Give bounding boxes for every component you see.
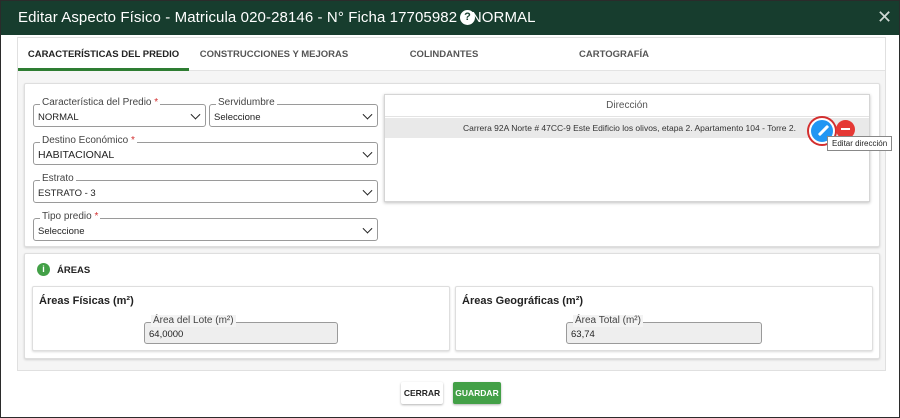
servidumbre-select[interactable]: Servidumbre Seleccione (209, 97, 378, 127)
destino-label: Destino Económico (42, 135, 129, 146)
direccion-text: Carrera 92A Norte # 47CC-9 Este Edificio… (463, 123, 796, 133)
area-total-label: Área Total (m²) (573, 315, 643, 327)
tab-cartografia[interactable]: CARTOGRAFÍA (529, 38, 699, 71)
area-lote-value: 64,0000 (149, 329, 184, 340)
dialog-title: Editar Aspecto Físico - Matricula 020-28… (18, 9, 536, 26)
areas-geograficas-title: Áreas Geográficas (m²) (462, 295, 584, 307)
estrato-value: ESTRATO - 3 (38, 188, 96, 199)
chevron-down-icon (190, 109, 201, 120)
direccion-row: Carrera 92A Norte # 47CC-9 Este Edificio… (385, 118, 869, 138)
chevron-down-icon (362, 223, 373, 234)
areas-card: i ÁREAS Áreas Físicas (m²) Área del Lote… (24, 253, 880, 359)
tab-construcciones[interactable]: CONSTRUCCIONES Y MEJORAS (189, 38, 359, 71)
destino-select[interactable]: Destino Económico * HABITACIONAL (33, 135, 378, 165)
caracteristica-label: Característica del Predio (42, 97, 152, 108)
close-icon[interactable]: ✕ (877, 7, 892, 27)
tipo-predio-select[interactable]: Tipo predio * Seleccione (33, 211, 378, 241)
area-total-field[interactable]: Área Total (m²) 63,74 (566, 315, 762, 344)
chevron-down-icon (362, 147, 373, 158)
tab-colindantes[interactable]: COLINDANTES (359, 38, 529, 71)
tab-bar: CARACTERÍSTICAS DEL PREDIO CONSTRUCCIONE… (18, 38, 885, 71)
tipo-predio-value: Seleccione (38, 226, 85, 237)
area-lote-field[interactable]: Área del Lote (m²) 64,0000 (144, 315, 338, 344)
cerrar-button[interactable]: CERRAR (401, 382, 443, 404)
help-icon[interactable]: ? (460, 10, 475, 25)
direccion-header: Dirección (385, 95, 869, 117)
chevron-down-icon (362, 185, 373, 196)
minus-icon (841, 128, 850, 130)
areas-title: ÁREAS (57, 265, 91, 276)
chevron-down-icon (362, 109, 373, 120)
required-marker: * (130, 135, 135, 146)
areas-fisicas-card: Áreas Físicas (m²) Área del Lote (m²) 64… (32, 286, 450, 351)
edit-dialog: Editar Aspecto Físico - Matricula 020-28… (0, 0, 900, 418)
estrato-select[interactable]: Estrato ESTRATO - 3 (33, 173, 378, 203)
required-marker: * (94, 211, 99, 222)
estrato-label: Estrato (40, 173, 76, 185)
area-total-value: 63,74 (571, 329, 595, 340)
pencil-icon (817, 124, 830, 137)
areas-fisicas-title: Áreas Físicas (m²) (39, 295, 134, 307)
dialog-body: CARACTERÍSTICAS DEL PREDIO CONSTRUCCIONE… (17, 37, 886, 371)
tipo-predio-label: Tipo predio (42, 211, 92, 222)
title-bar: Editar Aspecto Físico - Matricula 020-28… (1, 1, 899, 35)
direccion-panel: Dirección Carrera 92A Norte # 47CC-9 Est… (384, 94, 870, 202)
guardar-button[interactable]: GUARDAR (453, 382, 501, 404)
destino-value: HABITACIONAL (38, 149, 115, 161)
edit-tooltip: Editar dirección (827, 136, 893, 151)
caracteristica-select[interactable]: Característica del Predio * NORMAL (33, 97, 206, 127)
tab-caracteristicas[interactable]: CARACTERÍSTICAS DEL PREDIO (18, 38, 189, 71)
info-icon: i (37, 263, 50, 276)
servidumbre-value: Seleccione (214, 112, 261, 123)
servidumbre-label: Servidumbre (216, 97, 277, 109)
areas-geograficas-card: Áreas Geográficas (m²) Área Total (m²) 6… (455, 286, 873, 351)
required-marker: * (154, 97, 159, 108)
area-lote-label: Área del Lote (m²) (151, 315, 236, 327)
caracteristica-value: NORMAL (38, 112, 79, 123)
